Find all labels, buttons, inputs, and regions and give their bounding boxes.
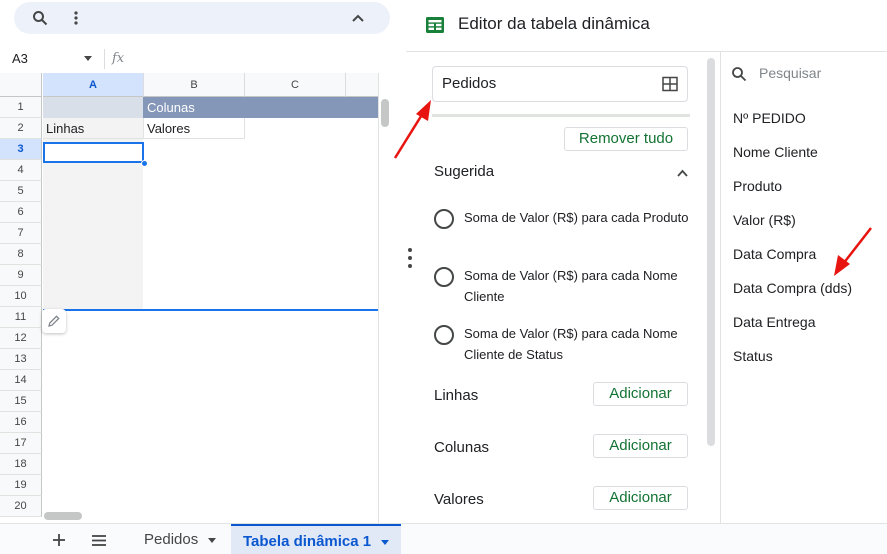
vertical-scrollbar[interactable] xyxy=(378,73,391,523)
active-cell-a3[interactable] xyxy=(43,142,144,163)
divider xyxy=(432,114,690,117)
add-values-button[interactable]: Adicionar xyxy=(593,486,688,510)
chevron-down-icon[interactable] xyxy=(381,539,390,545)
row-header-8[interactable]: 8 xyxy=(0,244,42,265)
suggestion-item[interactable]: Soma de Valor (R$) para cada Nome Client… xyxy=(432,265,692,307)
fields-list: Pesquisar Nº PEDIDO Nome Cliente Produto… xyxy=(720,52,887,523)
select-range-icon[interactable] xyxy=(662,76,678,92)
suggested-label: Sugerida xyxy=(434,163,495,180)
row-header-18[interactable]: 18 xyxy=(0,454,42,475)
data-range-value: Pedidos xyxy=(442,75,497,92)
field-item[interactable]: Produto xyxy=(733,178,782,194)
more-vert-icon[interactable] xyxy=(66,8,86,28)
row-header-14[interactable]: 14 xyxy=(0,370,42,391)
columns-section-label: Colunas xyxy=(434,439,490,456)
column-header-d[interactable] xyxy=(346,73,378,97)
row-header-1[interactable]: 1 xyxy=(0,97,42,118)
field-search-input[interactable]: Pesquisar xyxy=(759,65,821,81)
radio-button[interactable] xyxy=(434,267,454,287)
drag-handle-icon[interactable] xyxy=(408,248,414,272)
sheet-tab-label: Pedidos xyxy=(144,531,199,548)
field-item[interactable]: Status xyxy=(733,348,773,364)
field-item[interactable]: Valor (R$) xyxy=(733,212,796,228)
fx-icon: fx xyxy=(112,51,125,66)
sheet-tab-pedidos[interactable]: Pedidos xyxy=(132,524,230,554)
column-header-c[interactable]: C xyxy=(245,73,346,97)
field-item[interactable]: Nome Cliente xyxy=(733,144,818,160)
data-range-field[interactable]: Pedidos xyxy=(432,66,688,102)
row-header-4[interactable]: 4 xyxy=(0,160,42,181)
pivot-columns-header[interactable]: Colunas xyxy=(143,97,378,118)
chevron-up-icon[interactable] xyxy=(348,8,368,28)
field-item[interactable]: Data Entrega xyxy=(733,314,816,330)
divider xyxy=(104,49,105,69)
sheet-tab-bar: Pedidos Tabela dinâmica 1 xyxy=(0,523,887,554)
menu-icon[interactable] xyxy=(89,530,109,550)
row-header-17[interactable]: 17 xyxy=(0,433,42,454)
row-header-13[interactable]: 13 xyxy=(0,349,42,370)
search-icon xyxy=(732,67,747,82)
suggestion-item[interactable]: Soma de Valor (R$) para cada Nome Client… xyxy=(432,323,692,365)
panel-title: Editor da tabela dinâmica xyxy=(458,14,650,33)
field-item[interactable]: Data Compra xyxy=(733,246,816,262)
spreadsheet-grid[interactable]: A B C Colunas Linhas Valores 1 2 3 4 5 6 7 8 9 10… xyxy=(0,73,378,523)
field-item[interactable]: Nº PEDIDO xyxy=(733,110,806,126)
pivot-range-border xyxy=(43,309,378,311)
row-header-12[interactable]: 12 xyxy=(0,328,42,349)
horizontal-scrollbar-thumb[interactable] xyxy=(44,512,82,520)
suggestion-label: Soma de Valor (R$) para cada Nome Client… xyxy=(464,268,678,304)
row-header-2[interactable]: 2 xyxy=(0,118,42,139)
sheet-tab-label: Tabela dinâmica 1 xyxy=(243,533,372,550)
cell-reference: A3 xyxy=(12,51,28,66)
chevron-down-icon xyxy=(84,56,92,61)
row-header-15[interactable]: 15 xyxy=(0,391,42,412)
radio-button[interactable] xyxy=(434,325,454,345)
row-header-7[interactable]: 7 xyxy=(0,223,42,244)
name-box[interactable]: A3 xyxy=(0,47,100,71)
chevron-down-icon[interactable] xyxy=(208,537,217,543)
panel-header: Editor da tabela dinâmica xyxy=(406,0,887,52)
add-rows-button[interactable]: Adicionar xyxy=(593,382,688,406)
add-columns-button[interactable]: Adicionar xyxy=(593,434,688,458)
sheets-icon xyxy=(426,17,444,33)
select-all-corner[interactable] xyxy=(0,73,42,97)
rows-section-label: Linhas xyxy=(434,387,479,404)
row-header-6[interactable]: 6 xyxy=(0,202,42,223)
suggestion-label: Soma de Valor (R$) para cada Produto xyxy=(464,210,689,225)
add-icon[interactable] xyxy=(49,530,69,550)
pivot-editor-panel: Editor da tabela dinâmica Pedidos Remove… xyxy=(406,0,887,523)
column-header-a[interactable]: A xyxy=(43,73,144,97)
suggestion-label: Soma de Valor (R$) para cada Nome Client… xyxy=(464,326,678,362)
suggestion-item[interactable]: Soma de Valor (R$) para cada Produto xyxy=(432,207,692,249)
cell-b2[interactable]: Valores xyxy=(144,118,245,139)
row-header-19[interactable]: 19 xyxy=(0,475,42,496)
sheet-tab-tabela-dinamica[interactable]: Tabela dinâmica 1 xyxy=(231,524,401,554)
column-header-b[interactable]: B xyxy=(144,73,245,97)
chevron-up-icon[interactable] xyxy=(677,169,688,177)
cell-a2[interactable]: Linhas xyxy=(43,118,144,139)
row-header-5[interactable]: 5 xyxy=(0,181,42,202)
values-section-label: Valores xyxy=(434,491,484,508)
row-header-20[interactable]: 20 xyxy=(0,496,42,517)
row-header-16[interactable]: 16 xyxy=(0,412,42,433)
pivot-corner-cell xyxy=(43,97,143,118)
remove-all-button[interactable]: Remover tudo xyxy=(564,127,688,151)
fill-handle[interactable] xyxy=(141,160,148,167)
row-header-11[interactable]: 11 xyxy=(0,307,42,328)
field-item[interactable]: Data Compra (dds) xyxy=(733,280,852,296)
row-header-9[interactable]: 9 xyxy=(0,265,42,286)
radio-button[interactable] xyxy=(434,209,454,229)
panel-scrollbar[interactable] xyxy=(707,58,715,446)
search-icon[interactable] xyxy=(30,8,50,28)
toolbar-pill xyxy=(14,2,390,34)
pencil-icon[interactable] xyxy=(42,309,66,333)
row-header-10[interactable]: 10 xyxy=(0,286,42,307)
row-header-3[interactable]: 3 xyxy=(0,139,42,160)
scrollbar-thumb[interactable] xyxy=(381,99,389,127)
